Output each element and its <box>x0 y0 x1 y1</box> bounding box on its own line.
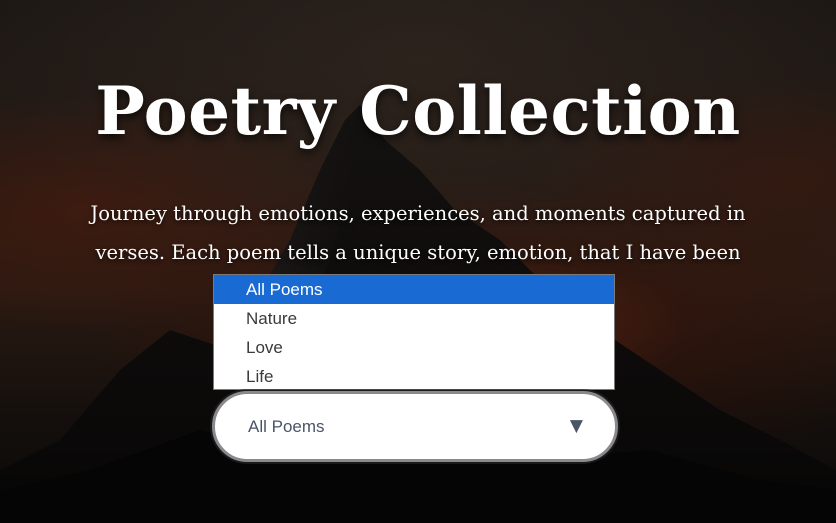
option-all-poems[interactable]: All Poems <box>214 275 614 304</box>
option-love[interactable]: Love <box>214 333 614 362</box>
category-dropdown-list: All Poems Nature Love Life <box>213 274 615 390</box>
page: Poetry Collection Journey through emotio… <box>0 0 836 523</box>
select-value: All Poems <box>248 417 325 436</box>
option-life[interactable]: Life <box>214 362 614 391</box>
option-nature[interactable]: Nature <box>214 304 614 333</box>
page-subtitle: Journey through emotions, experiences, a… <box>90 202 746 264</box>
category-select[interactable]: All Poems ▼ <box>212 391 618 462</box>
triangle-down-icon: ▼ <box>569 416 583 436</box>
page-title: Poetry Collection <box>95 72 741 150</box>
